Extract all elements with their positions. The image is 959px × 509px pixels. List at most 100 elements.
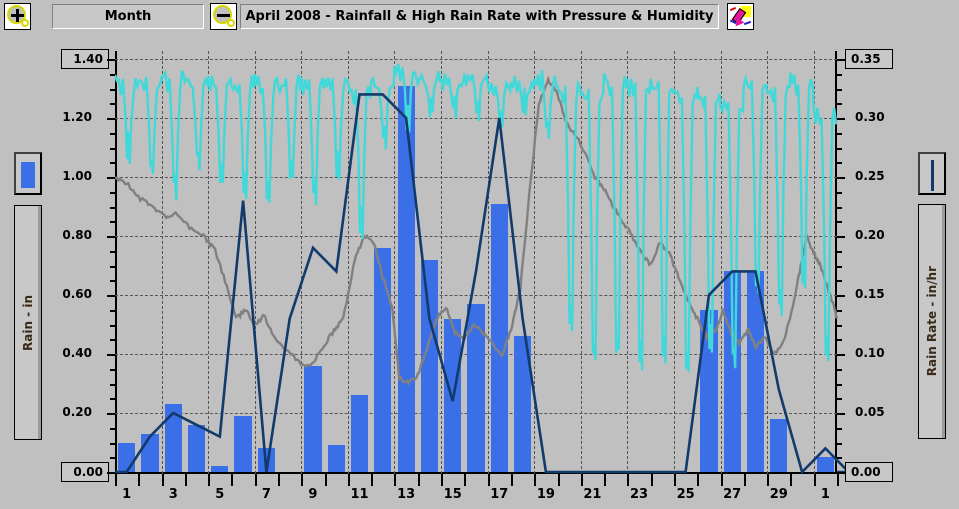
left-axis-minor-tick bbox=[110, 398, 115, 401]
right-axis-minor-tick bbox=[837, 162, 842, 165]
left-axis-tick bbox=[107, 236, 115, 238]
right-axis-minor-tick bbox=[837, 339, 842, 342]
right-axis-minor-tick bbox=[837, 206, 842, 209]
left-axis-tick bbox=[107, 295, 115, 297]
left-axis-tick-label: 0.80 bbox=[62, 228, 92, 242]
right-axis-minor-tick bbox=[837, 103, 842, 106]
left-axis-minor-tick bbox=[110, 265, 115, 268]
x-axis-tick bbox=[371, 474, 374, 486]
x-axis-tick bbox=[650, 474, 653, 486]
right-axis-minor-tick bbox=[837, 265, 842, 268]
x-axis-tick bbox=[604, 474, 607, 486]
magnifier-plus-icon bbox=[7, 5, 29, 27]
x-axis-tick bbox=[627, 474, 630, 486]
x-axis-tick bbox=[138, 474, 141, 486]
x-axis-tick bbox=[441, 474, 444, 486]
x-axis-tick-label: 17 bbox=[490, 487, 509, 502]
right-axis-tick bbox=[837, 295, 845, 297]
right-axis-title: Rain Rate - in/hr bbox=[918, 204, 946, 439]
x-axis-tick bbox=[184, 474, 187, 486]
right-axis-tick bbox=[837, 118, 845, 120]
right-axis-minor-tick bbox=[837, 442, 842, 445]
rain-rate-legend-swatch[interactable] bbox=[918, 152, 946, 195]
x-axis-tick-label: 27 bbox=[723, 487, 742, 502]
x-axis-tick-label: 15 bbox=[443, 487, 462, 502]
right-axis-tick-label: 0.30 bbox=[855, 110, 885, 124]
right-axis-tick bbox=[837, 413, 845, 415]
x-axis-tick bbox=[347, 474, 350, 486]
x-axis-tick-label: 13 bbox=[397, 487, 416, 502]
x-axis-tick bbox=[487, 474, 490, 486]
x-axis-tick bbox=[837, 474, 839, 486]
x-axis-tick bbox=[394, 474, 397, 486]
chart-title: April 2008 - Rainfall & High Rain Rate w… bbox=[240, 4, 719, 29]
right-axis-tick bbox=[837, 59, 845, 61]
left-axis-minor-tick bbox=[110, 103, 115, 106]
right-axis-minor-tick bbox=[837, 250, 842, 253]
left-axis-tick-label: 0.00 bbox=[61, 462, 109, 482]
right-axis-minor-tick bbox=[837, 324, 842, 327]
left-axis-tick bbox=[107, 177, 115, 179]
left-axis-minor-tick bbox=[110, 280, 115, 283]
right-axis-minor-tick bbox=[837, 73, 842, 76]
x-axis-tick-label: 1 bbox=[122, 487, 132, 502]
left-axis-title: Rain - in bbox=[14, 205, 42, 440]
left-axis-tick bbox=[107, 118, 115, 120]
right-axis-tick-label: 0.10 bbox=[855, 346, 885, 360]
left-axis-minor-tick bbox=[110, 147, 115, 150]
x-axis-tick bbox=[790, 474, 793, 486]
right-axis-minor-tick bbox=[837, 354, 842, 356]
left-axis-minor-tick bbox=[110, 442, 115, 445]
x-axis-tick-label: 23 bbox=[629, 487, 649, 502]
x-axis-tick bbox=[813, 474, 816, 486]
edit-chart-button[interactable] bbox=[727, 3, 754, 30]
left-axis-minor-tick bbox=[110, 73, 115, 76]
left-axis-minor-tick bbox=[110, 162, 115, 165]
x-axis-tick-label: 7 bbox=[261, 487, 271, 502]
rain-bar-swatch bbox=[21, 162, 35, 188]
left-axis-tick bbox=[107, 413, 115, 415]
right-axis-minor-tick bbox=[837, 147, 842, 150]
toolbar: Month April 2008 - Rainfall & High Rain … bbox=[0, 0, 959, 33]
x-axis-tick-label: 29 bbox=[769, 487, 788, 502]
right-axis-minor-tick bbox=[837, 191, 842, 194]
right-axis-tick-label: 0.35 bbox=[845, 49, 893, 69]
x-axis-tick bbox=[580, 474, 583, 486]
x-axis-tick-label: 11 bbox=[350, 487, 369, 502]
right-axis-tick bbox=[837, 236, 845, 238]
left-axis-minor-tick bbox=[110, 339, 115, 342]
left-axis-tick-label: 1.00 bbox=[62, 169, 92, 183]
right-axis-minor-tick bbox=[837, 88, 842, 91]
left-axis-minor-tick bbox=[110, 324, 115, 327]
x-axis-tick bbox=[697, 474, 700, 486]
rain-legend-swatch[interactable] bbox=[14, 152, 42, 195]
left-axis-minor-tick bbox=[110, 250, 115, 253]
x-axis-tick bbox=[161, 474, 164, 486]
x-axis-tick bbox=[254, 474, 257, 486]
x-axis-tick bbox=[301, 474, 304, 486]
left-axis-minor-tick bbox=[110, 309, 115, 312]
x-axis-tick bbox=[417, 474, 420, 486]
x-axis-tick bbox=[557, 474, 560, 486]
left-axis-tick-label: 0.20 bbox=[62, 405, 92, 419]
left-axis-tick-label: 1.40 bbox=[61, 49, 109, 69]
right-axis-tick-label: 0.25 bbox=[855, 169, 885, 183]
period-selector[interactable]: Month bbox=[52, 4, 204, 29]
x-axis-tick bbox=[510, 474, 513, 486]
x-axis-tick-label: 5 bbox=[215, 487, 225, 502]
right-axis-minor-tick bbox=[837, 280, 842, 283]
pencil-icon bbox=[729, 5, 752, 28]
x-axis-tick-label: 21 bbox=[583, 487, 602, 502]
left-axis-tick-label: 0.60 bbox=[62, 287, 92, 301]
left-axis-minor-tick bbox=[110, 368, 115, 371]
left-axis-tick-label: 1.20 bbox=[62, 110, 92, 124]
right-axis-minor-tick bbox=[837, 457, 842, 460]
plot-area bbox=[113, 51, 852, 475]
x-axis-tick bbox=[673, 474, 676, 486]
right-axis-minor-tick bbox=[837, 398, 842, 401]
x-axis-tick bbox=[464, 474, 467, 486]
zoom-in-button[interactable] bbox=[4, 3, 31, 30]
right-axis-tick-label: 0.00 bbox=[845, 462, 893, 482]
zoom-out-button[interactable] bbox=[210, 3, 237, 30]
left-axis-minor-tick bbox=[110, 457, 115, 460]
